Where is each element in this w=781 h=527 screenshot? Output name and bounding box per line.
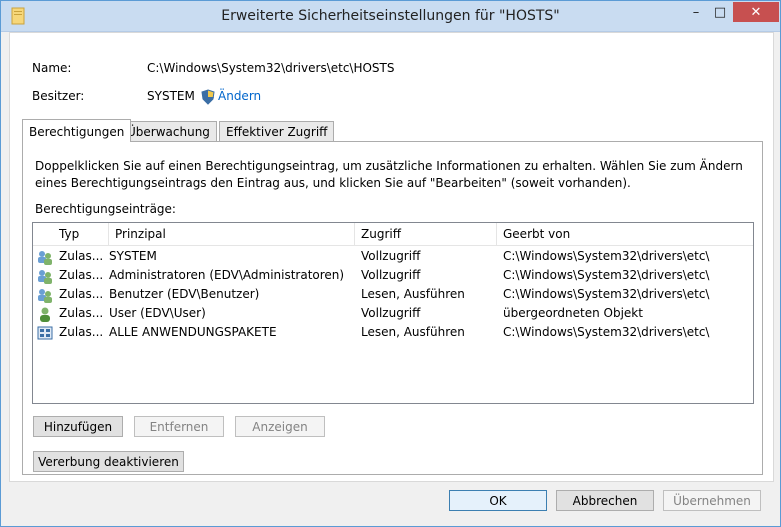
apply-button[interactable]: Übernehmen (663, 490, 761, 511)
permissions-list[interactable]: Typ Prinzipal Zugriff Geerbt von Zulas..… (32, 222, 754, 404)
row-type: Zulas... (59, 249, 104, 263)
title-bar[interactable]: Erweiterte Sicherheitseinstellungen für … (1, 1, 780, 32)
row-access: Vollzugriff (361, 249, 421, 263)
table-row[interactable]: Zulas... Benutzer (EDV\Benutzer) Lesen, … (33, 285, 753, 304)
disable-inheritance-button[interactable]: Vererbung deaktivieren (33, 451, 184, 472)
row-type: Zulas... (59, 268, 104, 282)
app-package-icon (37, 326, 53, 340)
tab-effective-access[interactable]: Effektiver Zugriff (219, 121, 335, 142)
row-inherited: C:\Windows\System32\drivers\etc\ (503, 268, 710, 282)
table-row[interactable]: Zulas... User (EDV\User) Vollzugriff übe… (33, 304, 753, 323)
table-row[interactable]: Zulas... Administratoren (EDV\Administra… (33, 266, 753, 285)
window-title: Erweiterte Sicherheitseinstellungen für … (221, 8, 560, 24)
maximize-button[interactable]: □ (707, 2, 733, 22)
minimize-button[interactable]: – (683, 2, 709, 22)
name-label: Name: (32, 61, 72, 75)
row-access: Vollzugriff (361, 268, 421, 282)
permissions-tab-panel: Doppelklicken Sie auf einen Berechtigung… (22, 141, 763, 475)
uac-shield-icon (201, 89, 215, 105)
row-type: Zulas... (59, 287, 104, 301)
column-header-principal[interactable]: Prinzipal (109, 223, 355, 245)
change-owner-link[interactable]: Ändern (218, 89, 261, 103)
table-row[interactable]: Zulas... ALLE ANWENDUNGSPAKETE Lesen, Au… (33, 323, 753, 342)
tab-permissions[interactable]: Berechtigungen (22, 119, 132, 142)
row-inherited: C:\Windows\System32\drivers\etc\ (503, 325, 710, 339)
group-users-icon (38, 251, 52, 265)
column-header-type[interactable]: Typ (53, 223, 109, 245)
owner-value: SYSTEM (147, 89, 195, 103)
row-inherited: übergeordneten Objekt (503, 306, 643, 320)
owner-label: Besitzer: (32, 89, 85, 103)
permissions-list-label: Berechtigungseinträge: (35, 202, 176, 216)
add-button[interactable]: Hinzufügen (33, 416, 123, 437)
row-principal: ALLE ANWENDUNGSPAKETE (109, 325, 277, 339)
security-dialog-window: Erweiterte Sicherheitseinstellungen für … (0, 0, 781, 527)
view-button[interactable]: Anzeigen (235, 416, 325, 437)
row-type: Zulas... (59, 325, 104, 339)
group-users-icon (38, 270, 52, 284)
remove-button[interactable]: Entfernen (134, 416, 224, 437)
column-header-access[interactable]: Zugriff (355, 223, 497, 245)
row-access: Lesen, Ausführen (361, 287, 465, 301)
row-principal: User (EDV\User) (109, 306, 206, 320)
single-user-icon (40, 307, 50, 322)
row-type: Zulas... (59, 306, 104, 320)
row-principal: Benutzer (EDV\Benutzer) (109, 287, 260, 301)
ok-button[interactable]: OK (449, 490, 547, 511)
permissions-description: Doppelklicken Sie auf einen Berechtigung… (35, 159, 743, 190)
close-button[interactable]: ✕ (733, 2, 779, 22)
row-access: Lesen, Ausführen (361, 325, 465, 339)
name-value: C:\Windows\System32\drivers\etc\HOSTS (147, 61, 395, 75)
row-principal: SYSTEM (109, 249, 157, 263)
row-principal: Administratoren (EDV\Administratoren) (109, 268, 345, 282)
group-users-icon (38, 289, 52, 303)
table-row[interactable]: Zulas... SYSTEM Vollzugriff C:\Windows\S… (33, 247, 753, 266)
row-access: Vollzugriff (361, 306, 421, 320)
dialog-content: Name: C:\Windows\System32\drivers\etc\HO… (9, 32, 774, 482)
row-inherited: C:\Windows\System32\drivers\etc\ (503, 249, 710, 263)
list-header: Typ Prinzipal Zugriff Geerbt von (33, 223, 753, 246)
cancel-button[interactable]: Abbrechen (556, 490, 654, 511)
row-inherited: C:\Windows\System32\drivers\etc\ (503, 287, 710, 301)
column-header-inherited[interactable]: Geerbt von (497, 223, 753, 245)
tab-auditing[interactable]: Überwachung (120, 121, 217, 142)
